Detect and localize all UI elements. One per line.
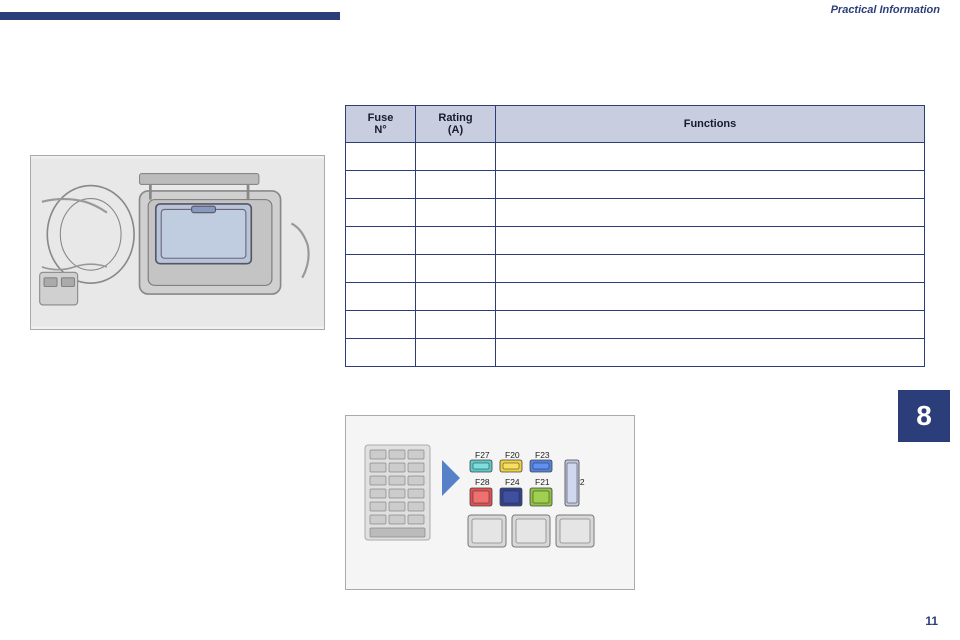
- fuse-rating-cell: [416, 311, 496, 339]
- svg-text:F24: F24: [505, 477, 520, 487]
- table-row: [346, 339, 925, 367]
- fuse-diagram-box: F27 F20 F23 F28 F24 F21 F32: [345, 415, 635, 590]
- fuse-rating-cell: [416, 227, 496, 255]
- table-row: [346, 255, 925, 283]
- svg-text:F20: F20: [505, 450, 520, 460]
- fuse-rating-cell: [416, 171, 496, 199]
- chapter-badge: 8: [898, 390, 950, 442]
- fuse-function-cell: [496, 339, 925, 367]
- page-number: 11: [925, 614, 938, 628]
- fuse-diagram-svg: F27 F20 F23 F28 F24 F21 F32: [360, 430, 620, 575]
- fuse-function-cell: [496, 143, 925, 171]
- fuse-function-cell: [496, 311, 925, 339]
- fuse-table-container: Fuse N° Rating (A) Functions: [345, 105, 925, 367]
- svg-text:F28: F28: [475, 477, 490, 487]
- engine-fuse-box-image: [30, 155, 325, 330]
- fuse-rating-cell: [416, 199, 496, 227]
- table-row: [346, 143, 925, 171]
- fuse-function-cell: [496, 227, 925, 255]
- fuse-rating-cell: [416, 283, 496, 311]
- fuse-rating-cell: [416, 255, 496, 283]
- table-row: [346, 311, 925, 339]
- fuse-function-cell: [496, 171, 925, 199]
- fuse-rating-cell: [416, 339, 496, 367]
- fuse-number-cell: [346, 171, 416, 199]
- svg-text:F23: F23: [535, 450, 550, 460]
- table-row: [346, 227, 925, 255]
- svg-text:F21: F21: [535, 477, 550, 487]
- fuse-table: Fuse N° Rating (A) Functions: [345, 105, 925, 367]
- fuse-number-cell: [346, 311, 416, 339]
- fuse-function-cell: [496, 283, 925, 311]
- fuse-number-cell: [346, 143, 416, 171]
- header-bar: Practical Information: [0, 0, 960, 22]
- col-functions-header: Functions: [496, 106, 925, 143]
- svg-text:F27: F27: [475, 450, 490, 460]
- fuse-function-cell: [496, 255, 925, 283]
- col-fuse-header: Fuse N°: [346, 106, 416, 143]
- fuse-number-cell: [346, 199, 416, 227]
- col-rating-header: Rating (A): [416, 106, 496, 143]
- table-row: [346, 199, 925, 227]
- fuse-number-cell: [346, 339, 416, 367]
- engine-bay-sketch: [31, 156, 324, 329]
- table-row: [346, 283, 925, 311]
- header-stripe: [0, 12, 340, 20]
- fuse-number-cell: [346, 255, 416, 283]
- fuse-function-cell: [496, 199, 925, 227]
- fuse-number-cell: [346, 283, 416, 311]
- page-title: Practical Information: [831, 4, 940, 16]
- fuse-number-cell: [346, 227, 416, 255]
- table-row: [346, 171, 925, 199]
- fuse-rating-cell: [416, 143, 496, 171]
